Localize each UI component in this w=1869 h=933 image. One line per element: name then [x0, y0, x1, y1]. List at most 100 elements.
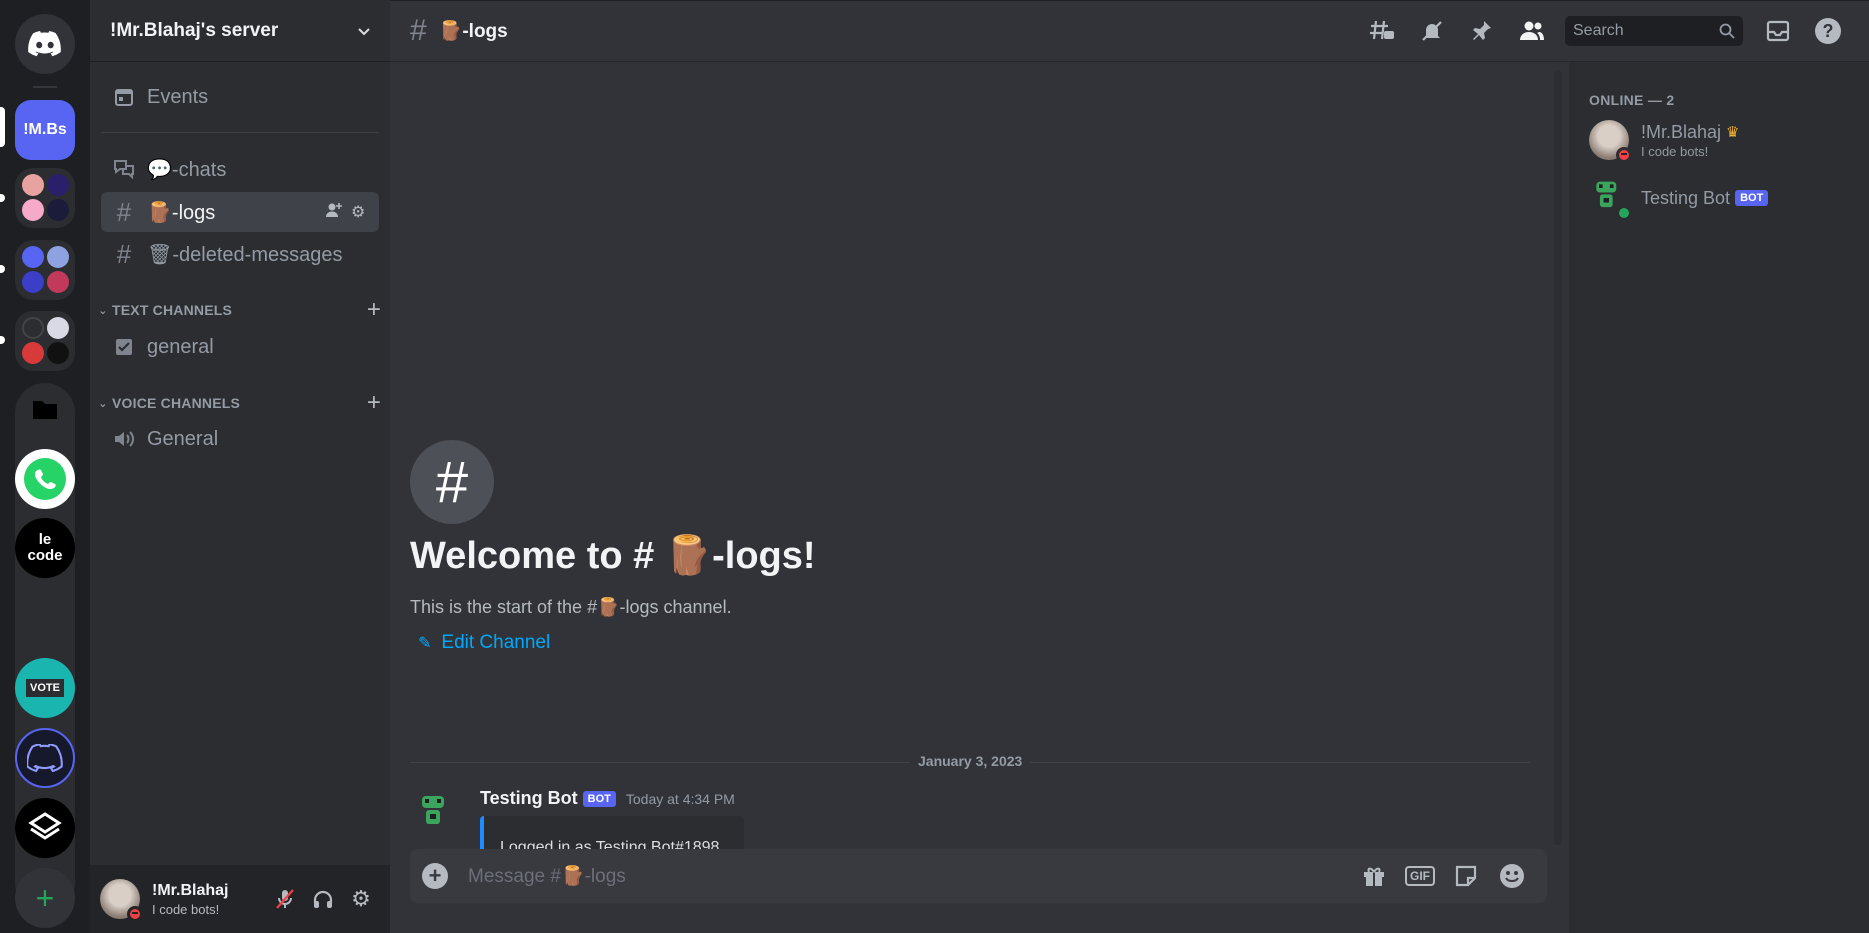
member-item[interactable]: Testing Bot BOT	[1589, 174, 1859, 222]
add-channel-icon[interactable]: +	[362, 389, 386, 417]
member-name-row: Testing Bot BOT	[1641, 187, 1769, 209]
category-voice-channels[interactable]: ⌄ VOICE CHANNELS +	[96, 389, 386, 417]
server-icon-whatsapp[interactable]	[15, 449, 75, 509]
edit-channel-link[interactable]: ✎ Edit Channel	[418, 632, 550, 654]
invite-icon[interactable]	[325, 201, 351, 224]
server-icon-le-code[interactable]: le code	[15, 518, 75, 578]
scrollbar[interactable]	[1554, 70, 1562, 845]
member-status: I code bots!	[1641, 143, 1709, 159]
member-info: Testing Bot BOT	[1641, 187, 1769, 209]
members-icon	[1520, 21, 1544, 40]
user-info[interactable]: !Mr.Blahaj I code bots!	[152, 882, 266, 917]
sticker-button[interactable]	[1443, 856, 1489, 896]
user-settings-button[interactable]: ⚙	[342, 880, 380, 918]
home-button[interactable]	[15, 14, 75, 74]
message-composer[interactable]: + Message #🪵-logs GIF	[410, 849, 1547, 903]
channel-item-general[interactable]: general	[101, 327, 379, 367]
member-list-toggle[interactable]	[1507, 11, 1557, 51]
category-label: TEXT CHANNELS	[112, 302, 233, 318]
avatar	[1589, 120, 1632, 163]
sidebar-divider	[101, 132, 379, 133]
channel-sidebar: !Mr.Blahaj's server Events 💬-chats # 🪵-l…	[90, 0, 390, 933]
hashtag-icon: #	[116, 196, 132, 227]
server-thumb	[22, 317, 44, 339]
message-timestamp: Today at 4:34 PM	[625, 790, 735, 807]
unread-indicator	[0, 336, 5, 344]
rail-separator	[33, 86, 57, 88]
channel-item-logs[interactable]: # 🪵-logs ⚙	[101, 192, 379, 232]
discord-outline-icon	[27, 744, 63, 772]
emoji-button[interactable]	[1489, 856, 1535, 896]
server-icon-logo[interactable]	[15, 798, 75, 858]
add-server-button[interactable]: +	[15, 868, 75, 928]
channel-label: 🗑-deleted-messages	[147, 243, 343, 266]
channel-title: 🪵-logs	[438, 21, 508, 42]
microphone-muted-icon	[276, 889, 294, 909]
bot-avatar	[1589, 178, 1632, 221]
search-input[interactable]: Search	[1565, 16, 1743, 46]
user-panel: !Mr.Blahaj I code bots! ⚙	[90, 865, 390, 933]
channel-item-chats[interactable]: 💬-chats	[101, 149, 379, 189]
member-info: !Mr.Blahaj ♛ I code bots!	[1641, 122, 1740, 159]
member-category: ONLINE — 2	[1589, 92, 1675, 108]
voice-channel-general[interactable]: General	[101, 419, 379, 459]
events-item[interactable]: Events	[101, 77, 379, 117]
server-thumb	[22, 199, 44, 221]
dnd-status-icon	[1616, 147, 1632, 163]
bot-avatar[interactable]	[410, 790, 454, 834]
inbox-button[interactable]	[1753, 11, 1803, 51]
add-channel-icon[interactable]: +	[362, 296, 386, 324]
mute-button[interactable]	[266, 880, 304, 918]
discord-logo-icon	[28, 31, 61, 57]
bot-badge: BOT	[582, 790, 616, 807]
server-header[interactable]: !Mr.Blahaj's server	[90, 0, 390, 62]
discord-app: !M.Bs le code VOTE + !Mr.Blahaj's server…	[0, 0, 1869, 933]
channel-hashtag-icon: #	[410, 440, 494, 524]
server-folder[interactable]	[15, 240, 75, 300]
member-item[interactable]: !Mr.Blahaj ♛ I code bots!	[1589, 116, 1859, 164]
dnd-status-icon	[127, 906, 143, 922]
avatar[interactable]	[100, 879, 143, 922]
welcome-subtitle: This is the start of the #🪵-logs channel…	[410, 597, 732, 617]
gear-icon: ⚙	[351, 886, 371, 911]
gift-button[interactable]	[1351, 856, 1397, 896]
pencil-icon: ✎	[418, 635, 432, 652]
category-text-channels[interactable]: ⌄ TEXT CHANNELS +	[96, 296, 386, 324]
server-folder[interactable]	[15, 311, 75, 371]
gif-button[interactable]: GIF	[1397, 856, 1443, 896]
user-name: !Mr.Blahaj	[152, 881, 229, 899]
message-author[interactable]: Testing Bot	[480, 788, 578, 809]
channel-item-deleted-messages[interactable]: # 🗑-deleted-messages	[101, 234, 379, 274]
threads-button[interactable]	[1357, 11, 1407, 51]
server-icon-vote[interactable]: VOTE	[15, 658, 75, 718]
inbox-icon	[1766, 20, 1790, 42]
attach-button[interactable]: +	[422, 863, 448, 889]
online-status-icon	[1616, 205, 1632, 221]
member-list: ONLINE — 2 !Mr.Blahaj ♛ I code bots! Tes…	[1569, 62, 1869, 933]
notification-settings-button[interactable]	[1407, 11, 1457, 51]
server-folder[interactable]	[15, 168, 75, 228]
server-thumb	[22, 174, 44, 196]
channel-label: 🪵-logs	[147, 201, 216, 224]
member-name: Testing Bot	[1641, 187, 1731, 208]
server-icon-selected[interactable]: !M.Bs	[15, 100, 75, 160]
headphones-icon	[313, 890, 333, 908]
server-thumb	[47, 317, 69, 339]
channel-header: # 🪵-logs Search ?	[390, 0, 1869, 62]
help-button[interactable]: ?	[1803, 11, 1853, 51]
folder-open-icon[interactable]	[15, 380, 75, 440]
server-icon-discord-dev[interactable]	[15, 728, 75, 788]
message-input[interactable]: Message #🪵-logs	[468, 864, 1351, 888]
user-status: I code bots!	[152, 901, 220, 917]
chat-area: # Welcome to # 🪵-logs! This is the start…	[390, 62, 1569, 933]
chevron-down-icon: ⌄	[98, 397, 108, 410]
unread-indicator	[0, 265, 5, 273]
deafen-button[interactable]	[304, 880, 342, 918]
server-thumb	[47, 271, 69, 293]
search-icon	[1719, 23, 1735, 39]
pinned-messages-button[interactable]	[1457, 11, 1507, 51]
help-icon: ?	[1815, 18, 1841, 44]
gear-icon[interactable]: ⚙	[351, 202, 379, 222]
pin-icon	[1473, 21, 1491, 40]
server-thumb	[47, 246, 69, 268]
